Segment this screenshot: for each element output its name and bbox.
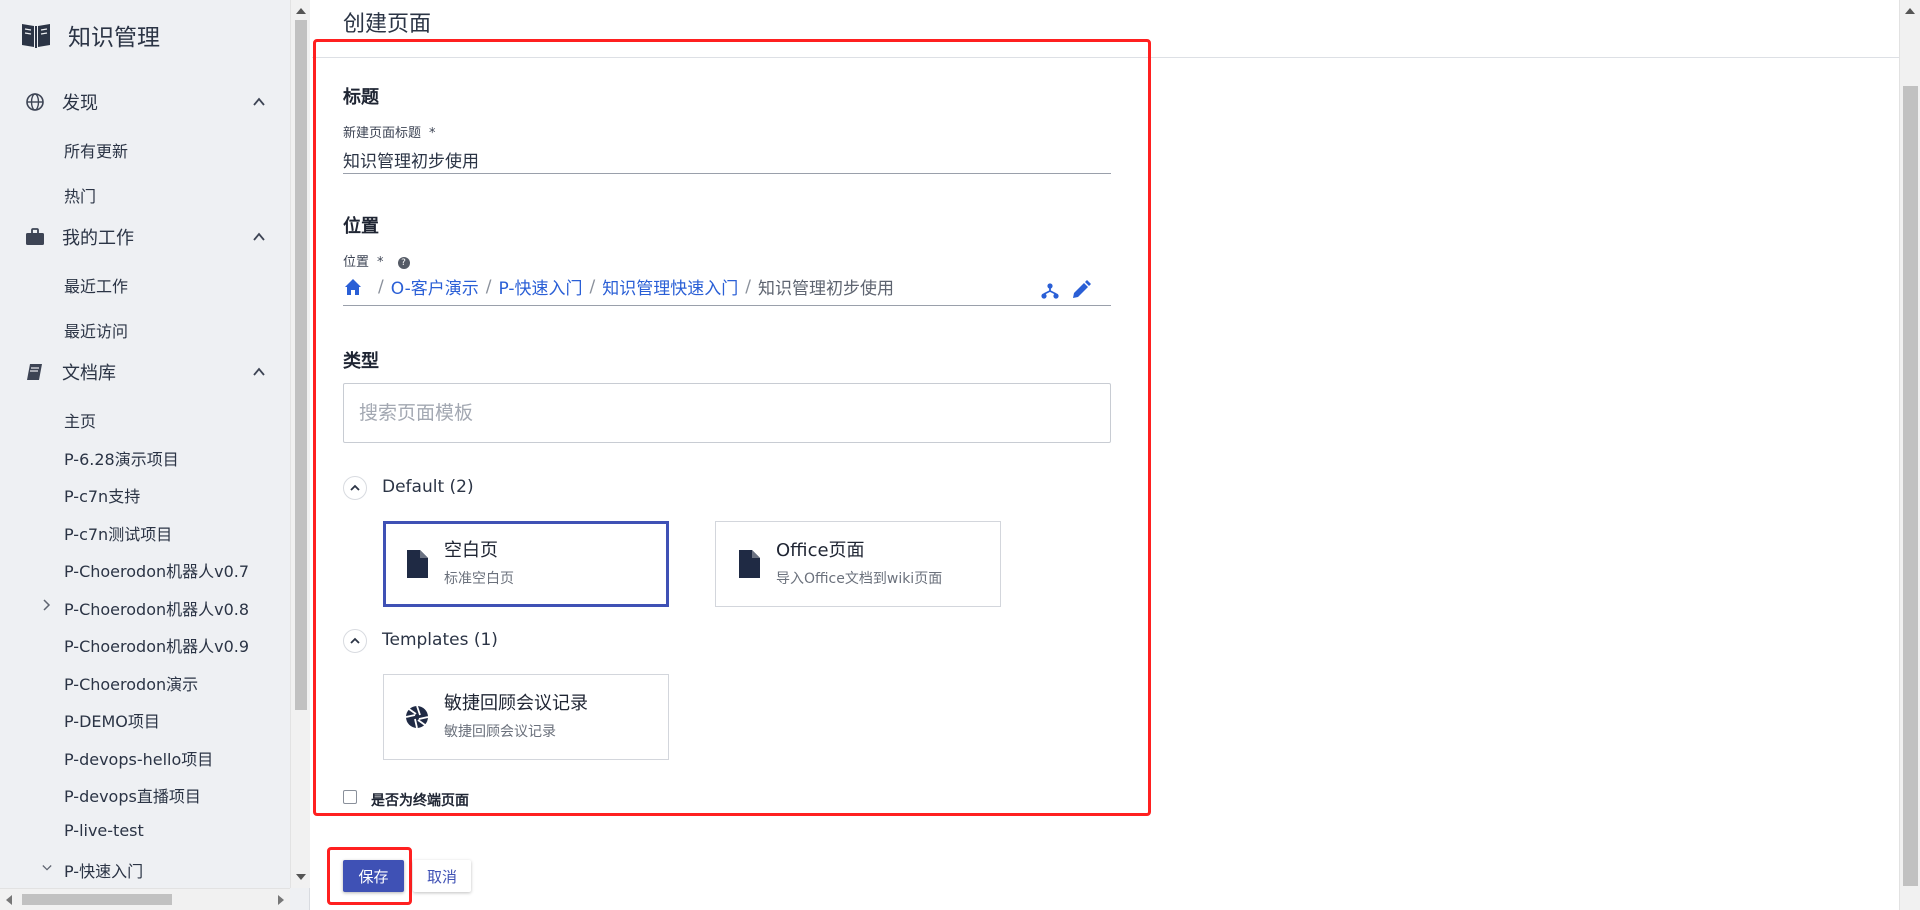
sidebar-scroll-thumb[interactable] (295, 20, 307, 710)
home-icon[interactable] (343, 277, 363, 297)
sidebar-item-project[interactable]: P-Choerodon机器人v0.8 (64, 596, 249, 620)
breadcrumb-separator: / (745, 276, 751, 297)
breadcrumb-link[interactable]: O-客户演示 (391, 274, 479, 299)
app-title: 知识管理 (68, 25, 160, 51)
sidebar-horizontal-scrollbar[interactable] (0, 888, 290, 910)
template-card-office[interactable]: Office页面 导入Office文档到wiki页面 (715, 521, 1001, 607)
page-title: 创建页面 (343, 12, 432, 37)
page-title-input-underline (343, 173, 1111, 174)
sidebar-item-project[interactable]: P-Choerodon演示 (64, 671, 198, 695)
sidebar-group-label: 发现 (62, 93, 98, 114)
collapse-templates-group-button[interactable] (343, 629, 367, 653)
chevron-up-icon (253, 232, 265, 241)
required-mark: * (429, 126, 436, 141)
aperture-icon (405, 705, 429, 729)
document-icon (739, 550, 760, 578)
template-card-desc: 导入Office文档到wiki页面 (776, 571, 943, 587)
scroll-right-arrow-icon[interactable] (278, 895, 284, 905)
breadcrumb-link[interactable]: 知识管理快速入门 (602, 274, 738, 299)
sidebar-item-recent-visits[interactable]: 最近访问 (64, 318, 128, 342)
template-card-title: 空白页 (444, 540, 498, 561)
tree-structure-icon[interactable] (1039, 279, 1061, 301)
breadcrumb-separator: / (378, 276, 384, 297)
sidebar-group-discover[interactable]: 发现 (0, 80, 290, 124)
scroll-up-arrow-icon[interactable] (1905, 8, 1915, 14)
edit-pencil-icon[interactable] (1070, 279, 1092, 301)
chevron-up-icon (253, 97, 265, 106)
chevron-up-icon (350, 484, 360, 491)
required-mark: * (377, 255, 384, 270)
sidebar-item-project-quickstart[interactable]: P-快速入门 (64, 858, 143, 882)
app-logo[interactable]: 知识管理 (20, 18, 160, 52)
template-search-input[interactable] (343, 383, 1111, 443)
page-title-field-label-text: 新建页面标题 (343, 126, 422, 141)
sidebar-item-project[interactable]: P-live-test (64, 821, 144, 840)
location-input-underline (343, 305, 1111, 306)
sidebar-item-project[interactable]: P-DEMO项目 (64, 708, 160, 732)
sidebar-item-project[interactable]: P-6.28演示项目 (64, 446, 179, 470)
page-title-field-label: 新建页面标题 * (343, 122, 436, 141)
type-section-heading: 类型 (343, 351, 379, 372)
sidebar-horizontal-scroll-thumb[interactable] (22, 894, 172, 905)
terminal-page-checkbox-label: 是否为终端页面 (371, 793, 469, 809)
chevron-up-icon (350, 637, 360, 644)
cancel-button[interactable]: 取消 (413, 860, 471, 892)
main-scrollbar[interactable] (1899, 0, 1920, 910)
location-field-label: 位置 *? (343, 251, 410, 270)
sidebar-item-home[interactable]: 主页 (64, 408, 96, 432)
open-book-icon (22, 24, 50, 48)
sidebar-scrollbar[interactable] (290, 0, 310, 888)
sidebar-item-recent-work[interactable]: 最近工作 (64, 273, 128, 297)
default-group-label: Default (2) (382, 477, 474, 497)
globe-icon (24, 91, 46, 113)
chevron-up-icon (253, 367, 265, 376)
sidebar-group-library[interactable]: 文档库 (0, 350, 290, 394)
scroll-down-arrow-icon[interactable] (296, 874, 306, 880)
template-card-title: Office页面 (776, 540, 865, 561)
terminal-page-checkbox[interactable] (343, 790, 357, 804)
title-section-heading: 标题 (343, 87, 379, 108)
collapse-default-group-button[interactable] (343, 476, 367, 500)
book-icon (24, 361, 46, 383)
location-section-heading: 位置 (343, 216, 379, 237)
chevron-down-icon[interactable] (42, 862, 52, 874)
save-button[interactable]: 保存 (343, 860, 404, 892)
sidebar-item-project[interactable]: P-c7n支持 (64, 483, 140, 507)
briefcase-icon (24, 226, 46, 248)
templates-group-label: Templates (1) (382, 630, 498, 650)
sidebar-item-all-updates[interactable]: 所有更新 (64, 138, 128, 162)
document-icon (407, 550, 428, 578)
breadcrumb-current: 知识管理初步使用 (757, 279, 894, 299)
location-field-label-text: 位置 (343, 255, 370, 270)
breadcrumb-separator: / (589, 276, 596, 297)
main-scroll-thumb[interactable] (1903, 86, 1918, 886)
help-icon[interactable]: ? (397, 256, 410, 269)
chevron-right-icon[interactable] (42, 599, 52, 611)
sidebar-group-label: 我的工作 (62, 228, 134, 249)
scroll-left-arrow-icon[interactable] (6, 895, 12, 905)
sidebar-item-project[interactable]: P-Choerodon机器人v0.7 (64, 558, 249, 582)
sidebar-item-project[interactable]: P-Choerodon机器人v0.9 (64, 633, 249, 657)
sidebar-item-project[interactable]: P-c7n测试项目 (64, 521, 172, 545)
scroll-up-arrow-icon[interactable] (296, 8, 306, 14)
sidebar-group-label: 文档库 (62, 363, 116, 384)
page-title-input[interactable]: 知识管理初步使用 (343, 147, 479, 172)
breadcrumb-separator: / (485, 276, 492, 297)
template-card-blank[interactable]: 空白页 标准空白页 (383, 521, 669, 607)
template-card-desc: 标准空白页 (444, 571, 514, 587)
sidebar: 知识管理 发现 所有更新 热门 我的工作 最近工作 最近访问 文档库 主页 P-… (0, 0, 310, 910)
template-card-retro-meeting[interactable]: 敏捷回顾会议记录 敏捷回顾会议记录 (383, 674, 669, 760)
template-card-title: 敏捷回顾会议记录 (444, 693, 588, 714)
breadcrumb-link[interactable]: P-快速入门 (498, 274, 582, 299)
sidebar-item-popular[interactable]: 热门 (64, 183, 96, 207)
sidebar-item-project[interactable]: P-devops-hello项目 (64, 746, 213, 770)
sidebar-item-project[interactable]: P-devops直播项目 (64, 783, 201, 807)
sidebar-group-my-work[interactable]: 我的工作 (0, 215, 290, 259)
template-card-desc: 敏捷回顾会议记录 (444, 724, 556, 740)
location-breadcrumb: / O-客户演示 / P-快速入门 / 知识管理快速入门 / 知识管理初步使用 (343, 274, 894, 299)
